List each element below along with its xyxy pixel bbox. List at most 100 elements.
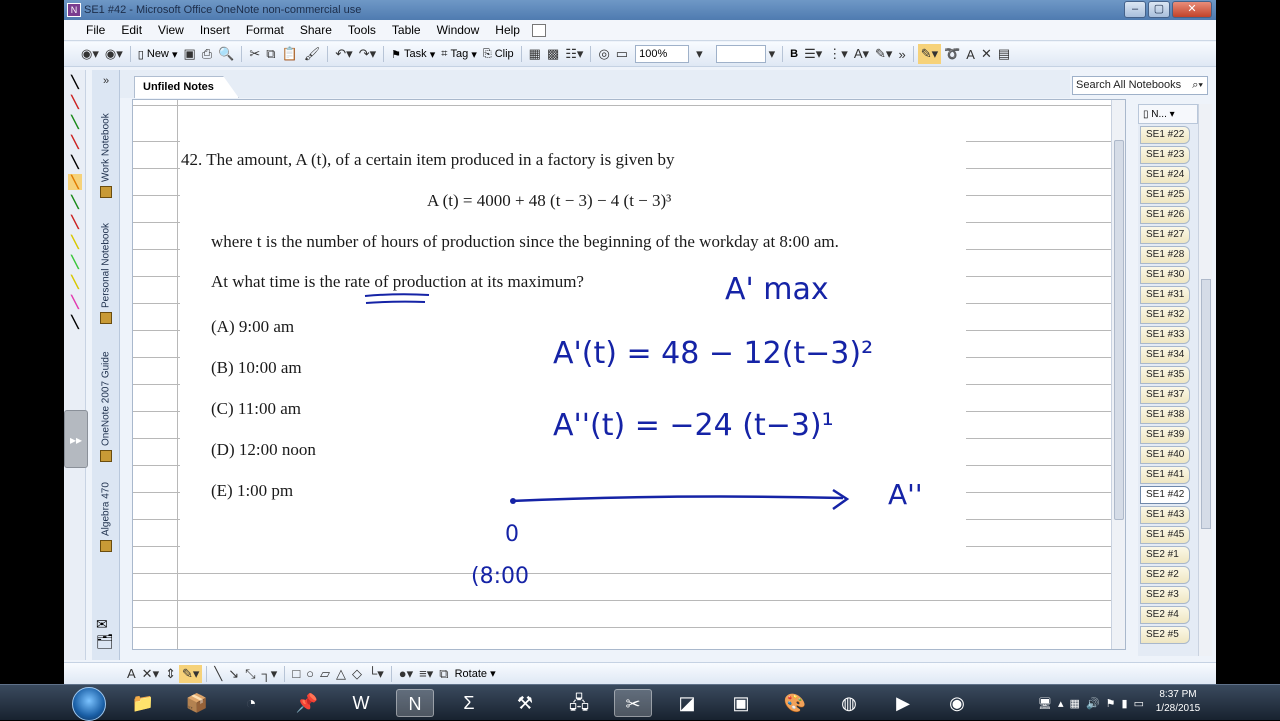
page-tab[interactable]: SE1 #33 <box>1140 326 1190 344</box>
task-button[interactable]: ⚑ Task ▾ <box>388 44 438 64</box>
copy-icon[interactable]: ⧉ <box>263 44 278 64</box>
dock-icon[interactable]: ▭ <box>613 44 631 64</box>
notebook-onenote-guide[interactable]: OneNote 2007 Guide <box>94 328 118 462</box>
collapse-pane-icon[interactable]: » <box>92 70 120 92</box>
pen-black-icon[interactable]: ╲ <box>68 314 82 330</box>
line-icon[interactable]: ╲ <box>211 665 225 683</box>
note-page[interactable]: 42. The amount, A (t), of a certain item… <box>132 99 1126 650</box>
page-tab[interactable]: SE2 #5 <box>1140 626 1190 644</box>
page-tab[interactable]: SE2 #2 <box>1140 566 1190 584</box>
page-tab[interactable]: SE1 #25 <box>1140 186 1190 204</box>
pen-red-icon[interactable]: ╲ <box>68 214 82 230</box>
page-color-icon[interactable]: ▩ <box>544 44 562 64</box>
video-icon[interactable]: ▶ <box>884 689 922 717</box>
color-icon[interactable]: ●▾ <box>396 665 416 683</box>
font-size-field[interactable] <box>715 45 766 63</box>
forward-icon[interactable]: ◉▾ <box>102 44 126 64</box>
taskbar-clock[interactable]: 8:37 PM 1/28/2015 <box>1148 688 1208 716</box>
highlight-icon[interactable]: ✎▾ <box>872 44 895 64</box>
volume-icon[interactable]: 🔊 <box>1086 697 1100 710</box>
overflow-icon[interactable]: » <box>895 44 908 64</box>
menu-format[interactable]: Format <box>238 23 292 37</box>
double-arrow-icon[interactable]: ⤡ <box>242 665 258 683</box>
start-button[interactable] <box>72 687 106 721</box>
app-icon[interactable]: 📦 <box>178 689 216 717</box>
rectangle-icon[interactable]: □ <box>289 665 303 683</box>
word-icon[interactable]: W <box>342 689 380 717</box>
snipping-tool-icon[interactable]: ✂ <box>614 689 652 717</box>
thickness-icon[interactable]: ≡▾ <box>416 665 436 683</box>
clip-button[interactable]: ⎘ Clip <box>480 44 517 64</box>
menu-edit[interactable]: Edit <box>113 23 150 37</box>
tray-network-icon[interactable]: ▦ <box>1070 697 1080 710</box>
pen-icon[interactable]: ✎▾ <box>917 44 942 64</box>
print-icon[interactable]: ⎙ <box>199 44 215 64</box>
page-tab[interactable]: SE2 #1 <box>1140 546 1190 564</box>
zoom-field[interactable]: 100% <box>635 45 690 63</box>
pen-green-icon[interactable]: ╲ <box>68 114 82 130</box>
scrollbar-thumb[interactable] <box>1114 140 1124 520</box>
page-tab[interactable]: SE1 #34 <box>1140 346 1190 364</box>
page-tab[interactable]: SE1 #23 <box>1140 146 1190 164</box>
tool-icon[interactable]: ⚒ <box>506 689 544 717</box>
lasso-icon[interactable]: ➰ <box>941 44 963 64</box>
page-tab[interactable]: SE1 #39 <box>1140 426 1190 444</box>
pen-red-icon[interactable]: ╲ <box>68 134 82 150</box>
axis-icon[interactable]: ┐▾ <box>259 665 281 683</box>
format-painter-icon[interactable]: 🖌 <box>301 44 324 64</box>
scrollbar-thumb[interactable] <box>1201 279 1211 529</box>
menu-share[interactable]: Share <box>292 23 340 37</box>
ink-to-text-icon[interactable]: A <box>963 44 978 64</box>
highlighter-yellow-icon[interactable]: ╲ <box>68 274 82 290</box>
page-tab[interactable]: SE1 #28 <box>1140 246 1190 264</box>
page-list-scrollbar[interactable] <box>1198 104 1212 656</box>
ink-to-text-icon[interactable]: A <box>124 665 139 683</box>
undo-icon[interactable]: ↶▾ <box>332 44 355 64</box>
explorer-icon[interactable]: 📁 <box>124 689 162 717</box>
usb-icon[interactable]: 🖥 <box>1038 697 1052 710</box>
pin-icon[interactable]: 📌 <box>288 689 326 717</box>
pen-orange-icon[interactable]: ╲ <box>68 174 82 190</box>
eraser-icon[interactable]: ✕▾ <box>139 665 162 683</box>
notebook-work[interactable]: Work Notebook <box>94 94 118 198</box>
page-tab[interactable]: SE1 #43 <box>1140 506 1190 524</box>
bold-button[interactable]: B <box>787 44 801 64</box>
menu-table[interactable]: Table <box>384 23 429 37</box>
section-tab-unfiled-notes[interactable]: Unfiled Notes <box>134 76 239 98</box>
triangle-icon[interactable]: △ <box>333 665 349 683</box>
page-tab[interactable]: SE2 #3 <box>1140 586 1190 604</box>
drawing-app-icon[interactable]: ◪ <box>668 689 706 717</box>
page-tab[interactable]: SE1 #31 <box>1140 286 1190 304</box>
tray-arrow-icon[interactable]: ▴ <box>1058 697 1064 710</box>
page-tab[interactable]: SE1 #40 <box>1140 446 1190 464</box>
chrome-icon[interactable]: ◉ <box>938 689 976 717</box>
page-tab[interactable]: SE1 #26 <box>1140 206 1190 224</box>
bullets-icon[interactable]: ☰▾ <box>801 44 825 64</box>
close-button[interactable]: ✕ <box>1172 1 1212 18</box>
page-tab[interactable]: SE1 #42 <box>1140 486 1190 504</box>
pen-black-icon[interactable]: ╲ <box>68 154 82 170</box>
menu-tools[interactable]: Tools <box>340 23 384 37</box>
circle-icon[interactable]: ○ <box>303 665 317 683</box>
display-icon[interactable]: ▭ <box>1134 697 1144 710</box>
page-tab[interactable]: SE1 #24 <box>1140 166 1190 184</box>
back-icon[interactable]: ◉▾ <box>78 44 102 64</box>
menu-insert[interactable]: Insert <box>192 23 238 37</box>
media-icon[interactable]: ▣ <box>722 689 760 717</box>
pen-black-icon[interactable]: ╲ <box>68 74 82 90</box>
list-view-icon[interactable]: ☷▾ <box>562 44 586 64</box>
clock-app-icon[interactable]: ◔ <box>232 689 270 717</box>
page-tab[interactable]: SE1 #30 <box>1140 266 1190 284</box>
network-app-icon[interactable]: 🖧 <box>560 689 598 717</box>
page-view-icon[interactable]: ▤ <box>995 44 1013 64</box>
font-color-icon[interactable]: A▾ <box>851 44 872 64</box>
expand-rail-button[interactable]: ▸▸ <box>64 410 88 468</box>
zoom-dropdown-icon[interactable]: ▾ <box>693 44 706 64</box>
eraser-icon[interactable]: ✕ <box>978 44 995 64</box>
parallelogram-icon[interactable]: ▱ <box>317 665 333 683</box>
full-page-view-icon[interactable]: ◎ <box>595 44 612 64</box>
pen-green-icon[interactable]: ╲ <box>68 194 82 210</box>
diamond-icon[interactable]: ◇ <box>349 665 365 683</box>
pen-icon[interactable]: ✎▾ <box>179 664 203 683</box>
cut-icon[interactable]: ✂ <box>246 44 263 64</box>
